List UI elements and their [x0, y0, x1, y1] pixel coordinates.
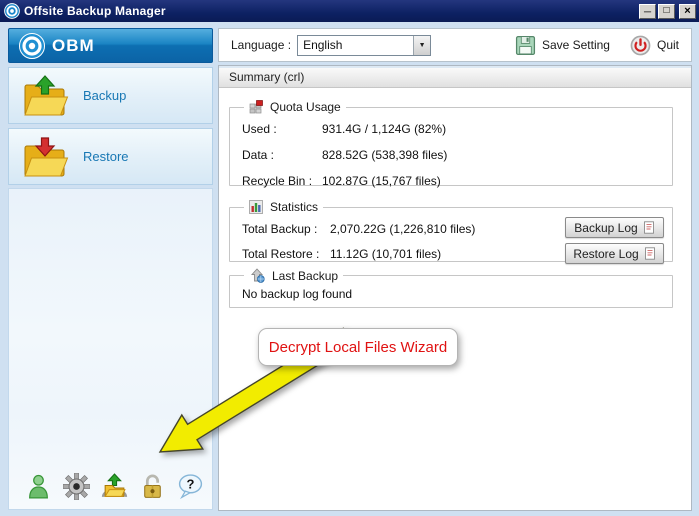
row-label: Data :	[242, 148, 322, 162]
app-window: Offsite Backup Manager ─ □ × OBM Backup …	[0, 0, 699, 516]
close-button[interactable]: ×	[679, 4, 696, 19]
save-setting-label: Save Setting	[542, 38, 610, 52]
quit-label: Quit	[657, 38, 679, 52]
minimize-icon: ─	[644, 7, 651, 18]
app-logo-icon	[4, 3, 20, 19]
quota-usage-icon	[249, 100, 263, 114]
quota-usage-group: Quota Usage Used : 931.4G / 1,124G (82%)…	[229, 100, 673, 186]
language-selected-value: English	[298, 38, 413, 52]
statistics-chart-icon	[249, 200, 263, 214]
row-label: Total Backup :	[242, 222, 330, 236]
statistics-title: Statistics	[270, 200, 318, 214]
floppy-disk-icon	[515, 35, 536, 56]
restore-folder-icon	[21, 135, 69, 179]
power-icon	[630, 35, 651, 56]
backup-folder-icon	[21, 74, 69, 118]
title-bar: Offsite Backup Manager ─ □ ×	[0, 0, 699, 22]
summary-content: Quota Usage Used : 931.4G / 1,124G (82%)…	[219, 88, 691, 510]
sidebar-lower-panel: ?	[8, 188, 213, 510]
row-value: 102.87G (15,767 files)	[322, 174, 441, 188]
chevron-down-icon[interactable]: ▼	[413, 36, 430, 55]
row-label: Recycle Bin :	[242, 174, 322, 188]
maximize-icon: □	[663, 5, 669, 16]
sidebar-logo-banner: OBM	[8, 28, 213, 63]
sidebar-item-backup[interactable]: Backup	[8, 67, 213, 124]
quit-button[interactable]: Quit	[630, 35, 679, 56]
row-label: Used :	[242, 122, 322, 136]
backup-log-label: Backup Log	[574, 221, 637, 235]
backup-sets-icon[interactable]	[101, 473, 128, 500]
main-panel: Summary (crl) Quota Usage Used : 931.4G …	[218, 65, 692, 511]
save-setting-button[interactable]: Save Setting	[515, 35, 610, 56]
sidebar-item-label: Restore	[83, 149, 129, 164]
maximize-button[interactable]: □	[658, 4, 675, 19]
document-icon	[644, 247, 656, 260]
document-icon	[643, 221, 655, 234]
user-icon[interactable]	[25, 473, 52, 500]
last-backup-message: No backup log found	[240, 287, 662, 301]
restore-log-button[interactable]: Restore Log	[565, 243, 664, 264]
statistics-group: Statistics Total Backup : 2,070.22G (1,2…	[229, 200, 673, 262]
top-toolbar: Language : English ▼ Save Setting Quit	[218, 28, 692, 62]
last-backup-icon	[249, 268, 265, 283]
summary-header: Summary (crl)	[219, 66, 691, 88]
last-backup-legend: Last Backup	[244, 268, 343, 283]
row-label: Total Restore :	[242, 247, 330, 261]
annotation-callout: Decrypt Local Files Wizard	[258, 328, 458, 366]
decrypt-lock-icon[interactable]	[139, 473, 166, 500]
close-icon: ×	[684, 5, 690, 17]
sidebar-footer-icons: ?	[25, 473, 204, 500]
quota-row-data: Data : 828.52G (538,398 files)	[240, 142, 662, 168]
language-label: Language :	[231, 38, 291, 52]
language-dropdown[interactable]: English ▼	[297, 35, 431, 56]
statistics-legend: Statistics	[244, 200, 323, 214]
restore-log-label: Restore Log	[573, 247, 638, 261]
quota-usage-title: Quota Usage	[270, 100, 341, 114]
annotation-text: Decrypt Local Files Wizard	[269, 339, 447, 356]
sidebar-item-restore[interactable]: Restore	[8, 128, 213, 185]
settings-gear-icon[interactable]	[63, 473, 90, 500]
quota-usage-legend: Quota Usage	[244, 100, 346, 114]
window-title: Offsite Backup Manager	[24, 4, 166, 18]
help-icon[interactable]: ?	[177, 473, 204, 500]
row-value: 2,070.22G (1,226,810 files)	[330, 222, 475, 236]
last-backup-title: Last Backup	[272, 269, 338, 283]
obm-logo-icon	[19, 33, 45, 59]
row-value: 11.12G (10,701 files)	[330, 247, 441, 261]
quota-row-used: Used : 931.4G / 1,124G (82%)	[240, 116, 662, 142]
window-controls: ─ □ ×	[639, 4, 696, 19]
question-mark-glyph: ?	[187, 477, 195, 492]
minimize-button[interactable]: ─	[639, 4, 656, 19]
sidebar-item-label: Backup	[83, 88, 126, 103]
row-value: 828.52G (538,398 files)	[322, 148, 447, 162]
obm-logo-text: OBM	[52, 36, 95, 56]
row-value: 931.4G / 1,124G (82%)	[322, 122, 446, 136]
backup-log-button[interactable]: Backup Log	[565, 217, 664, 238]
quota-row-recycle-bin: Recycle Bin : 102.87G (15,767 files)	[240, 168, 662, 194]
last-backup-group: Last Backup No backup log found	[229, 268, 673, 308]
